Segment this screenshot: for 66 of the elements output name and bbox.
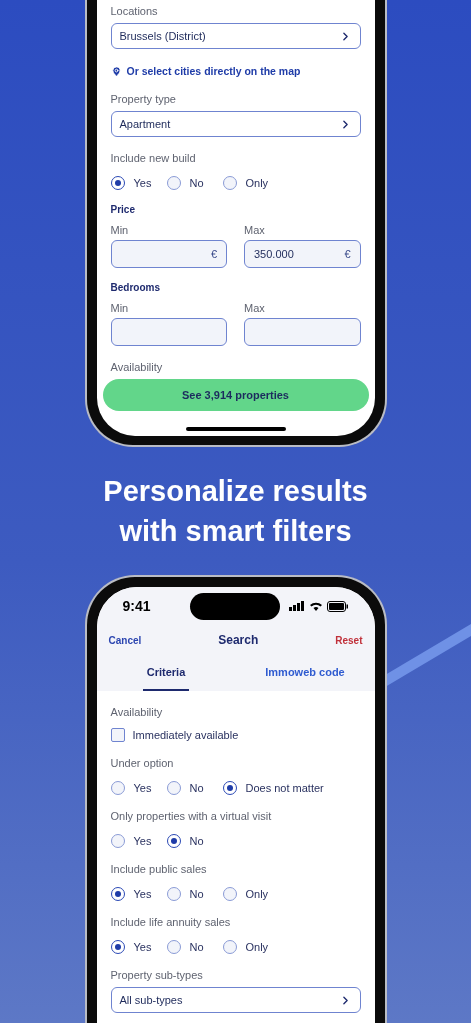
radio-button[interactable]: [110, 781, 125, 795]
radio-label: Yes: [133, 887, 152, 901]
radio-label: Yes: [133, 834, 152, 848]
select-field[interactable]: Brussels (District): [110, 23, 361, 49]
field-label: Include public sales: [110, 862, 207, 876]
checkbox-label: Immediately available: [132, 728, 239, 742]
radio-label: Yes: [133, 176, 152, 190]
radio-button[interactable]: [110, 940, 125, 954]
radio-button[interactable]: [166, 781, 181, 795]
status-time: 9:41: [122, 596, 151, 616]
field-label: Locations: [110, 4, 158, 18]
radio-button[interactable]: [222, 887, 237, 901]
radio-button[interactable]: [110, 176, 125, 190]
field-label: Availability: [110, 360, 163, 374]
field-label: Under option: [110, 756, 174, 770]
field-label: Max: [244, 301, 265, 315]
radio-button[interactable]: [166, 940, 181, 954]
input-field[interactable]: [110, 318, 227, 346]
radio-label: Does not matter: [245, 781, 324, 795]
select-field[interactable]: All sub-types: [110, 987, 361, 1013]
section-title: Bedrooms: [110, 281, 160, 295]
input-field[interactable]: 350.000 €: [244, 240, 361, 268]
reset-button[interactable]: Reset: [335, 632, 363, 648]
radio-label: No: [189, 834, 204, 848]
radio-button[interactable]: [222, 781, 237, 795]
radio-label: Only: [245, 940, 269, 954]
map-link[interactable]: Or select cities directly on the map: [126, 64, 301, 78]
radio-label: Yes: [133, 940, 152, 954]
field-label: Only properties with a virtual visit: [110, 809, 272, 823]
field-label: Min: [110, 223, 129, 237]
radio-button[interactable]: [166, 176, 181, 190]
radio-button[interactable]: [222, 176, 237, 190]
radio-label: No: [189, 176, 204, 190]
signal-icon: [288, 601, 305, 611]
field-label: Availability: [110, 705, 163, 719]
radio-label: Yes: [133, 781, 152, 795]
map-pin-icon: [110, 65, 122, 77]
field-label: Max: [244, 223, 265, 237]
radio-button[interactable]: [110, 834, 125, 848]
radio-label: Only: [245, 887, 269, 901]
radio-label: No: [189, 887, 204, 901]
field-label: Min: [110, 301, 129, 315]
radio-label: No: [189, 781, 204, 795]
radio-label: No: [189, 940, 204, 954]
tab[interactable]: Immoweb code: [261, 655, 349, 691]
section-title: Price: [110, 203, 135, 217]
battery-icon: [326, 600, 349, 612]
field-label: Property type: [110, 92, 176, 106]
screen-title: Search: [218, 632, 259, 649]
input-field[interactable]: €: [110, 240, 227, 268]
wifi-icon: [308, 601, 323, 611]
input-field[interactable]: [244, 318, 361, 346]
field-label: Property sub-types: [110, 968, 203, 982]
cancel-button[interactable]: Cancel: [108, 632, 142, 648]
radio-button[interactable]: [166, 834, 181, 848]
radio-button[interactable]: [222, 940, 237, 954]
radio-label: Only: [245, 176, 269, 190]
tab[interactable]: Criteria: [142, 655, 190, 691]
radio-button[interactable]: [166, 887, 181, 901]
headline: Personalize results with smart filters: [102, 474, 369, 549]
radio-button[interactable]: [110, 887, 125, 901]
see-properties-button[interactable]: See 3,914 properties: [102, 379, 369, 411]
select-field[interactable]: Apartment: [110, 111, 361, 137]
field-label: Include new build: [110, 151, 196, 165]
checkbox[interactable]: [110, 728, 125, 742]
field-label: Include life annuity sales: [110, 915, 231, 929]
